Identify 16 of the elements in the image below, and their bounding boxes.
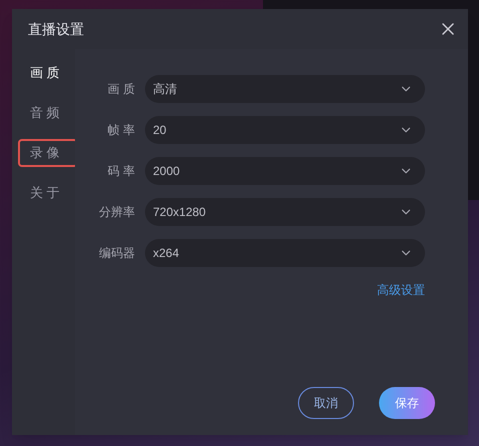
sidebar-tab[interactable]: 音 频: [18, 99, 78, 127]
field-label: 码 率: [106, 163, 136, 180]
select-field[interactable]: 20: [145, 116, 425, 144]
field-label: 分辨率: [98, 204, 136, 221]
sidebar-tab[interactable]: 关 于: [18, 179, 78, 207]
field-label: 帧 率: [106, 122, 136, 139]
select-field[interactable]: x264: [145, 239, 425, 267]
select-field[interactable]: 2000: [145, 157, 425, 185]
advanced-settings-link[interactable]: 高级设置: [377, 281, 425, 299]
select-field[interactable]: 720x1280: [145, 198, 425, 226]
field-label: 画 质: [106, 81, 136, 98]
select-field[interactable]: 高清: [145, 75, 425, 103]
sidebar-tab[interactable]: 画 质: [18, 59, 78, 87]
field-label: 编码器: [98, 245, 136, 262]
dialog-title: 直播设置: [28, 20, 84, 38]
cancel-button[interactable]: 取消: [298, 387, 354, 419]
